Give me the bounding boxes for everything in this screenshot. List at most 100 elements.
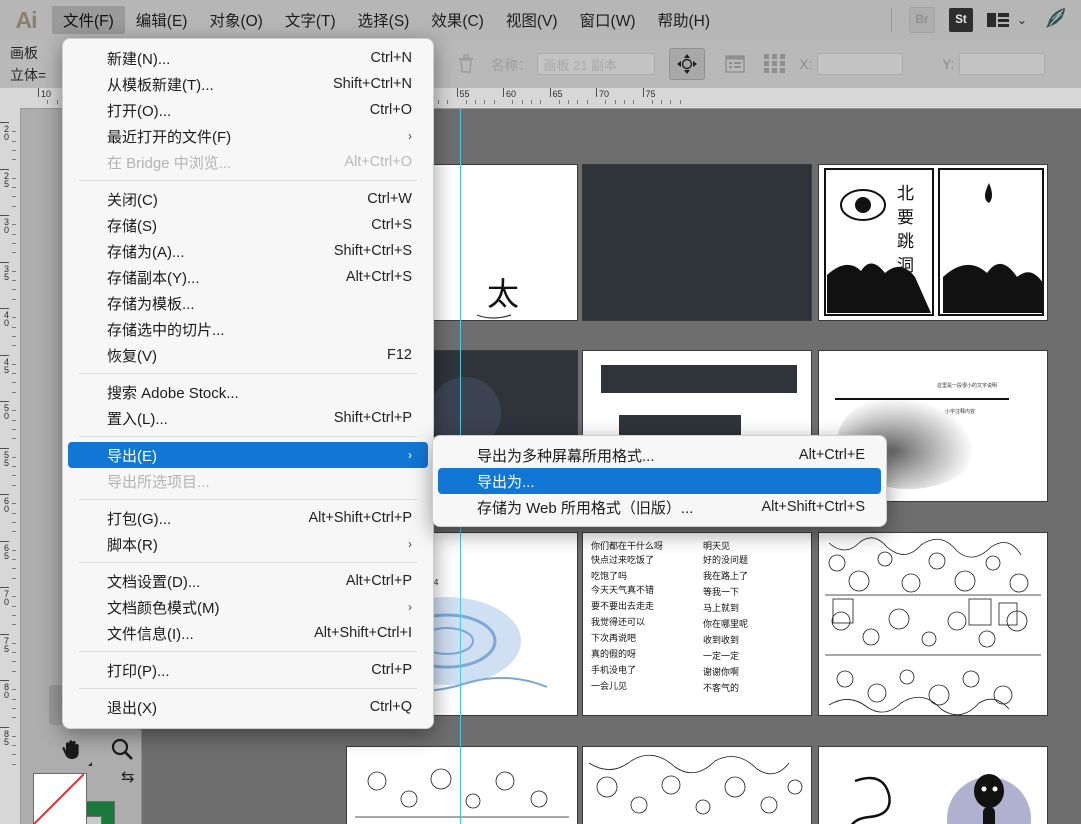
- ruler-label: 50: [3, 403, 9, 421]
- ruler-tick: [0, 308, 9, 309]
- illustrator-window: Ai 文件(F) 编辑(E) 对象(O) 文字(T) 选择(S) 效果(C) 视…: [0, 0, 1081, 824]
- menu-item[interactable]: 文档颜色模式(M) ›: [68, 594, 428, 620]
- ruler-tick: [38, 88, 39, 97]
- menu-item[interactable]: 存储为模板...: [68, 290, 428, 316]
- menu-item[interactable]: 存储(S) Ctrl+S: [68, 212, 428, 238]
- menu-select[interactable]: 选择(S): [347, 6, 421, 34]
- export-submenu[interactable]: 导出为多种屏幕所用格式... Alt+Ctrl+E 导出为... 存储为 Web 所用…: [432, 435, 887, 527]
- ruler-tick: [642, 88, 644, 97]
- file-menu-dropdown[interactable]: 新建(N)... Ctrl+N 从模板新建(T)... Shift+Ctrl+N 打开(…: [62, 38, 434, 729]
- menu-item[interactable]: 最近打开的文件(F) ›: [68, 123, 428, 149]
- bridge-icon[interactable]: Br: [908, 7, 935, 33]
- menu-item-label: 退出(X): [107, 699, 157, 717]
- menu-type[interactable]: 文字(T): [274, 6, 347, 34]
- divider: [890, 8, 892, 32]
- menu-effect[interactable]: 效果(C): [420, 6, 495, 34]
- ruler-label: 80: [3, 682, 9, 700]
- stock-icon[interactable]: St: [948, 8, 973, 32]
- menu-item-label: 关闭(C): [107, 191, 158, 209]
- menu-item-label: 搜索 Adobe Stock...: [107, 384, 239, 402]
- artboard-16a[interactable]: s 8: [347, 747, 577, 824]
- ruler-label: 65: [552, 89, 563, 99]
- menu-item-label: 脚本(R): [107, 536, 158, 554]
- artboard-05[interactable]: 05 - 画板 4: [583, 165, 811, 320]
- submenu-item[interactable]: 存储为 Web 所用格式（旧版）... Alt+Shift+Ctrl+S: [438, 494, 881, 520]
- menu-item-label: 文件信息(I)...: [107, 625, 194, 643]
- menu-item[interactable]: 文件信息(I)... Alt+Shift+Ctrl+I: [68, 620, 428, 646]
- menu-view[interactable]: 视图(V): [495, 6, 569, 34]
- ruler-label: 60: [3, 496, 9, 514]
- menu-window[interactable]: 窗口(W): [569, 6, 647, 34]
- artboard-16[interactable]: 16 - 画板 3 副本 9: [583, 747, 811, 824]
- ruler-tick: [0, 401, 9, 402]
- artboard-options-icon[interactable]: [720, 49, 750, 79]
- zoom-tool[interactable]: [99, 729, 145, 769]
- ruler-tick-minor: [12, 531, 16, 533]
- ruler-tick-minor: [521, 100, 523, 104]
- menu-object[interactable]: 对象(O): [198, 6, 273, 34]
- menu-item[interactable]: 搜索 Adobe Stock...: [68, 379, 428, 405]
- menu-item[interactable]: 从模板新建(T)... Shift+Ctrl+N: [68, 71, 428, 97]
- ruler-tick-minor: [12, 707, 16, 709]
- artboard-name-input[interactable]: 画板 21 副本: [536, 53, 655, 75]
- ruler-label: 85: [3, 728, 9, 747]
- ruler-tick-minor: [12, 549, 16, 551]
- ruler-tick-minor: [12, 568, 16, 570]
- workspace-switcher-icon[interactable]: [986, 11, 1010, 29]
- chevron-down-icon[interactable]: ⌄: [1017, 13, 1027, 27]
- ruler-tick-minor: [12, 410, 16, 412]
- menu-item[interactable]: 存储为(A)... Shift+Ctrl+S: [68, 238, 428, 264]
- menu-item[interactable]: 文档设置(D)... Alt+Ctrl+P: [68, 568, 428, 594]
- ruler-label: 40: [3, 310, 9, 328]
- app-logo-icon: Ai: [15, 6, 38, 33]
- artboard-07[interactable]: 07 - 画板1 副本 北 要 跳 洞: [819, 165, 1047, 320]
- trash-icon[interactable]: [451, 49, 481, 79]
- menu-item[interactable]: 脚本(R) ›: [68, 531, 428, 557]
- menu-item[interactable]: 打印(P)... Ctrl+P: [68, 657, 428, 683]
- feather-icon[interactable]: [1043, 5, 1069, 36]
- svg-text:等我一下: 等我一下: [703, 586, 739, 598]
- menu-item[interactable]: 打包(G)... Alt+Shift+Ctrl+P: [68, 505, 428, 531]
- ruler-tick-minor: [12, 373, 16, 375]
- fill-swatch[interactable]: [33, 773, 87, 824]
- x-input[interactable]: [817, 53, 904, 75]
- y-input[interactable]: [959, 53, 1046, 75]
- menu-item[interactable]: 新建(N)... Ctrl+N: [68, 45, 428, 71]
- ruler-tick-minor: [12, 298, 16, 300]
- ruler-tick-minor: [12, 345, 16, 347]
- menu-file[interactable]: 文件(F): [52, 6, 125, 34]
- ruler-corner[interactable]: [0, 88, 21, 109]
- menu-item-label: 存储为(A)...: [107, 243, 185, 261]
- menu-item-label: 打包(G)...: [107, 510, 172, 528]
- ruler-tick-minor: [12, 559, 16, 561]
- submenu-item[interactable]: 导出为多种屏幕所用格式... Alt+Ctrl+E: [438, 442, 881, 468]
- move-artboard-icon[interactable]: [668, 48, 705, 80]
- menu-item[interactable]: 导出(E) ›: [68, 442, 428, 468]
- artboard-15[interactable]: 副本 7: [819, 533, 1047, 715]
- menu-item[interactable]: 关闭(C) Ctrl+W: [68, 186, 428, 212]
- menu-item-shortcut: Shift+Ctrl+P: [333, 410, 412, 426]
- artboard-14[interactable]: 你们都在干什么呀 快点过来吃饭了 吃饱了吗 今天天气真不错 要不要出去走走 我觉得还可…: [583, 533, 811, 715]
- swap-fill-stroke-icon[interactable]: ⇆: [121, 767, 134, 787]
- ruler-tick-minor: [12, 745, 16, 747]
- vertical-ruler[interactable]: 20 25 30 35 40 45 50 55 60 65 70 75 80 85: [0, 108, 21, 824]
- artboard-17[interactable]: 17 - 画板 21: [819, 747, 1047, 824]
- ruler-tick-minor: [512, 100, 514, 104]
- menu-item[interactable]: 恢复(V) F12: [68, 342, 428, 368]
- menu-item[interactable]: 存储选中的切片...: [68, 316, 428, 342]
- svg-text:谢谢你啊: 谢谢你啊: [703, 666, 739, 678]
- menu-edit[interactable]: 编辑(E): [125, 6, 199, 34]
- menu-item[interactable]: 退出(X) Ctrl+Q: [68, 694, 428, 720]
- menu-item[interactable]: 打开(O)... Ctrl+O: [68, 97, 428, 123]
- ruler-tick-minor: [12, 438, 16, 440]
- ruler-tick-minor: [568, 100, 570, 104]
- submenu-item[interactable]: 导出为...: [438, 468, 881, 494]
- artboard-grid-icon[interactable]: [760, 49, 790, 79]
- menu-item[interactable]: 存储副本(Y)... Alt+Ctrl+S: [68, 264, 428, 290]
- ruler-tick-minor: [12, 131, 16, 133]
- menu-help[interactable]: 帮助(H): [646, 6, 721, 34]
- ruler-tick: [596, 88, 597, 97]
- hand-tool[interactable]: [49, 729, 95, 769]
- menu-item[interactable]: 置入(L)... Shift+Ctrl+P: [68, 405, 428, 431]
- ruler-tick-minor: [12, 252, 16, 254]
